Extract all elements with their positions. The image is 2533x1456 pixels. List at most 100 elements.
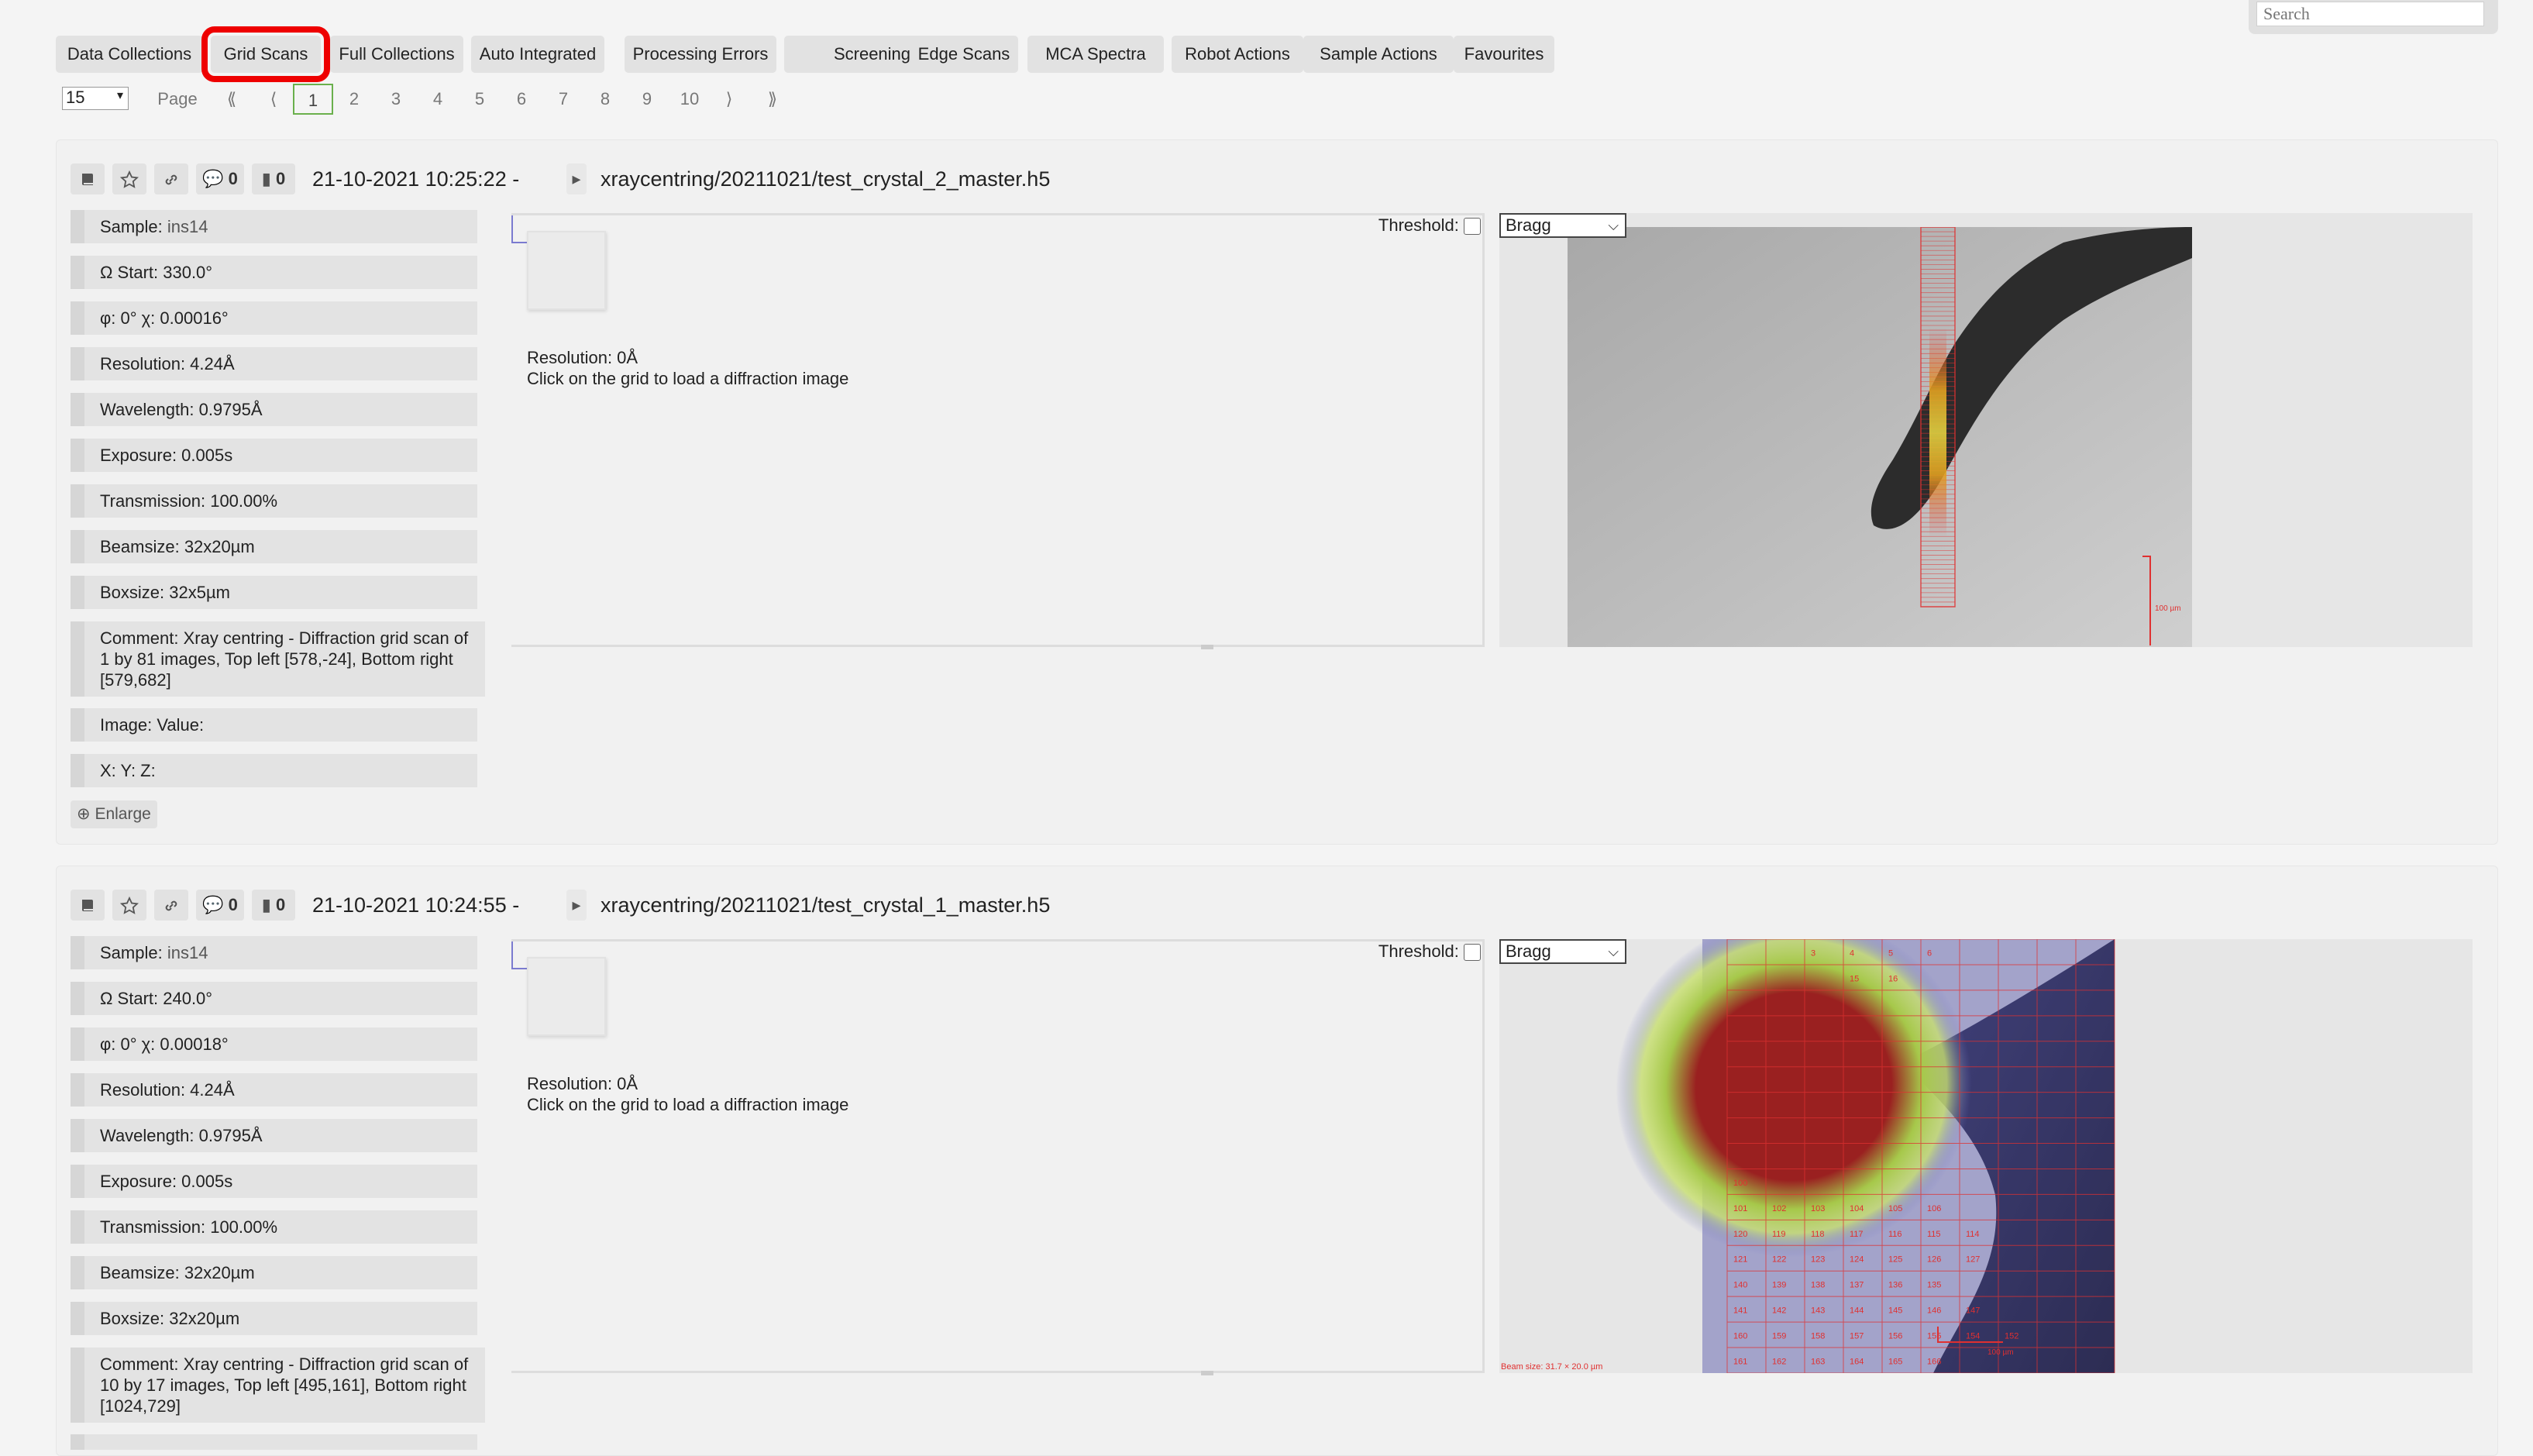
page-2-button[interactable]: 2 bbox=[342, 84, 366, 115]
grid-cell-number: 142 bbox=[1772, 1306, 1786, 1316]
comments-count: 0 bbox=[228, 895, 238, 914]
page-7-button[interactable]: 7 bbox=[552, 84, 575, 115]
page-label: Page bbox=[157, 89, 198, 108]
prev-page-button[interactable]: ⟨ bbox=[262, 84, 285, 115]
diffraction-thumbnail[interactable] bbox=[527, 957, 606, 1036]
grid-cell-number: 157 bbox=[1850, 1332, 1864, 1341]
info-beamsize: Beamsize: 32x20µm bbox=[71, 530, 477, 563]
grid-cell-number: 162 bbox=[1772, 1357, 1786, 1366]
info-sample: Sample: ins14 bbox=[71, 936, 477, 969]
grid-cell-number: 122 bbox=[1772, 1255, 1786, 1265]
chevron-down-icon: ▾ bbox=[116, 89, 123, 102]
page-3-button[interactable]: 3 bbox=[384, 84, 408, 115]
tab-mca-spectra[interactable]: MCA Spectra bbox=[1027, 36, 1164, 73]
info-image-value: Image: Value: bbox=[71, 708, 477, 742]
info-phi-chi: φ: 0° χ: 0.00016° bbox=[71, 301, 477, 335]
grid-cell-number: 166 bbox=[1927, 1357, 1941, 1366]
grid-cell-number: 165 bbox=[1888, 1357, 1902, 1366]
grid-cell-number: 101 bbox=[1733, 1204, 1747, 1213]
threshold-checkbox[interactable] bbox=[1464, 944, 1481, 962]
grid-cell-number: 144 bbox=[1850, 1306, 1864, 1316]
tab-sample-actions[interactable]: Sample Actions bbox=[1303, 36, 1454, 73]
grid-cell-number: 135 bbox=[1927, 1281, 1941, 1290]
chevron-down-icon: ⌵ bbox=[1608, 218, 1619, 233]
grid-cell-number: 116 bbox=[1888, 1230, 1902, 1239]
tab-favourites[interactable]: Favourites bbox=[1454, 36, 1554, 73]
grid-cell-number: 147 bbox=[1966, 1306, 1980, 1316]
tab-auto-integrated[interactable]: Auto Integrated bbox=[471, 36, 604, 73]
info-transmission: Transmission: 100.00% bbox=[71, 1210, 477, 1244]
enlarge-label: Enlarge bbox=[95, 805, 151, 823]
scale-bar-label: 100 µm bbox=[2155, 604, 2181, 613]
search-input[interactable] bbox=[2256, 2, 2484, 26]
diffraction-viewer[interactable]: Resolution: 0Å Click on the grid to load… bbox=[511, 939, 1485, 1375]
star-icon[interactable] bbox=[112, 163, 146, 194]
grid-cell-number: 140 bbox=[1733, 1281, 1747, 1290]
link-icon[interactable] bbox=[154, 163, 188, 194]
diffraction-viewer[interactable]: Resolution: 0Å Click on the grid to load… bbox=[511, 213, 1485, 649]
view-mode-value: Bragg bbox=[1506, 941, 1551, 961]
tab-processing-errors[interactable]: Processing Errors bbox=[625, 36, 776, 73]
grid-cell-number: 102 bbox=[1772, 1204, 1786, 1213]
grid-cell-number: 127 bbox=[1966, 1255, 1980, 1265]
info-xyz: X: Y: Z: bbox=[71, 754, 477, 787]
info-resolution: Resolution: 4.24Å bbox=[71, 1073, 477, 1107]
grid-cell-number: 152 bbox=[2005, 1332, 2018, 1341]
chevron-down-icon: ⌵ bbox=[1608, 944, 1619, 959]
diffraction-resolution: Resolution: 0Å bbox=[527, 1074, 638, 1093]
sample-camera-image[interactable]: 100 µm bbox=[1568, 227, 2192, 647]
play-icon[interactable]: ▸ bbox=[566, 163, 587, 194]
threshold-label: Threshold: bbox=[1378, 941, 1459, 961]
grid-cell-number: 119 bbox=[1772, 1230, 1786, 1239]
book-icon[interactable] bbox=[71, 890, 105, 921]
page-10-button[interactable]: 10 bbox=[674, 84, 705, 115]
threshold-checkbox[interactable] bbox=[1464, 218, 1481, 236]
page-9-button[interactable]: 9 bbox=[635, 84, 659, 115]
grid-cell-number: 155 bbox=[1927, 1332, 1941, 1341]
files-button[interactable]: ▮ 0 bbox=[252, 163, 295, 194]
page-4-button[interactable]: 4 bbox=[426, 84, 449, 115]
comments-button[interactable]: 💬 0 bbox=[196, 163, 244, 194]
view-mode-select[interactable]: Bragg ⌵ bbox=[1499, 939, 1626, 964]
tab-grid-scans[interactable]: Grid Scans bbox=[201, 26, 330, 82]
page-1-button[interactable]: 1 bbox=[293, 84, 333, 115]
grid-cell-number: 104 bbox=[1850, 1204, 1864, 1213]
files-count: 0 bbox=[275, 169, 286, 188]
page-5-button[interactable]: 5 bbox=[468, 84, 491, 115]
resize-handle[interactable] bbox=[1201, 1371, 1213, 1375]
heatmap-camera-image[interactable]: 3 4 5 6 15 16 100 101 102 103 104 105 106 120 119 118 11… bbox=[1499, 939, 2473, 1373]
book-icon[interactable] bbox=[71, 163, 105, 194]
grid-cell-number: 125 bbox=[1888, 1255, 1902, 1265]
diffraction-thumbnail[interactable] bbox=[527, 231, 606, 310]
files-button[interactable]: ▮ 0 bbox=[252, 890, 295, 921]
grid-cell-number: 6 bbox=[1927, 948, 1932, 958]
comments-icon: 💬 bbox=[202, 169, 224, 188]
link-icon[interactable] bbox=[154, 890, 188, 921]
grid-cell-number: 138 bbox=[1811, 1281, 1825, 1290]
view-mode-select[interactable]: Bragg ⌵ bbox=[1499, 213, 1626, 238]
tab-robot-actions[interactable]: Robot Actions bbox=[1172, 36, 1303, 73]
resize-handle[interactable] bbox=[1201, 645, 1213, 649]
grid-cell-number: 161 bbox=[1733, 1357, 1747, 1366]
next-page-button[interactable]: ⟩ bbox=[718, 84, 741, 115]
threshold-control: Threshold: bbox=[1378, 941, 1481, 962]
enlarge-button[interactable]: ⊕ Enlarge bbox=[71, 800, 157, 828]
star-icon[interactable] bbox=[112, 890, 146, 921]
per-page-select[interactable]: 15 ▾ bbox=[62, 87, 129, 110]
tab-full-collections[interactable]: Full Collections bbox=[330, 36, 463, 73]
page-8-button[interactable]: 8 bbox=[594, 84, 617, 115]
zoom-icon: ⊕ bbox=[77, 805, 91, 823]
page-6-button[interactable]: 6 bbox=[510, 84, 533, 115]
collection-datetime: 21-10-2021 10:25:22 - bbox=[312, 167, 520, 191]
grid-cell-number: 106 bbox=[1927, 1204, 1941, 1213]
grid-cell-number: 124 bbox=[1850, 1255, 1864, 1265]
last-page-button[interactable]: ⟫ bbox=[761, 84, 784, 115]
tab-edge-scans[interactable]: Edge Scans bbox=[910, 36, 1018, 73]
tab-data-collections[interactable]: Data Collections bbox=[56, 36, 203, 73]
play-icon[interactable]: ▸ bbox=[566, 890, 587, 921]
info-comment: Comment: Xray centring - Diffraction gri… bbox=[71, 621, 485, 697]
sample-value: ins14 bbox=[167, 217, 208, 236]
comments-button[interactable]: 💬 0 bbox=[196, 890, 244, 921]
info-image-value bbox=[71, 1434, 477, 1450]
first-page-button[interactable]: ⟪ bbox=[220, 84, 243, 115]
